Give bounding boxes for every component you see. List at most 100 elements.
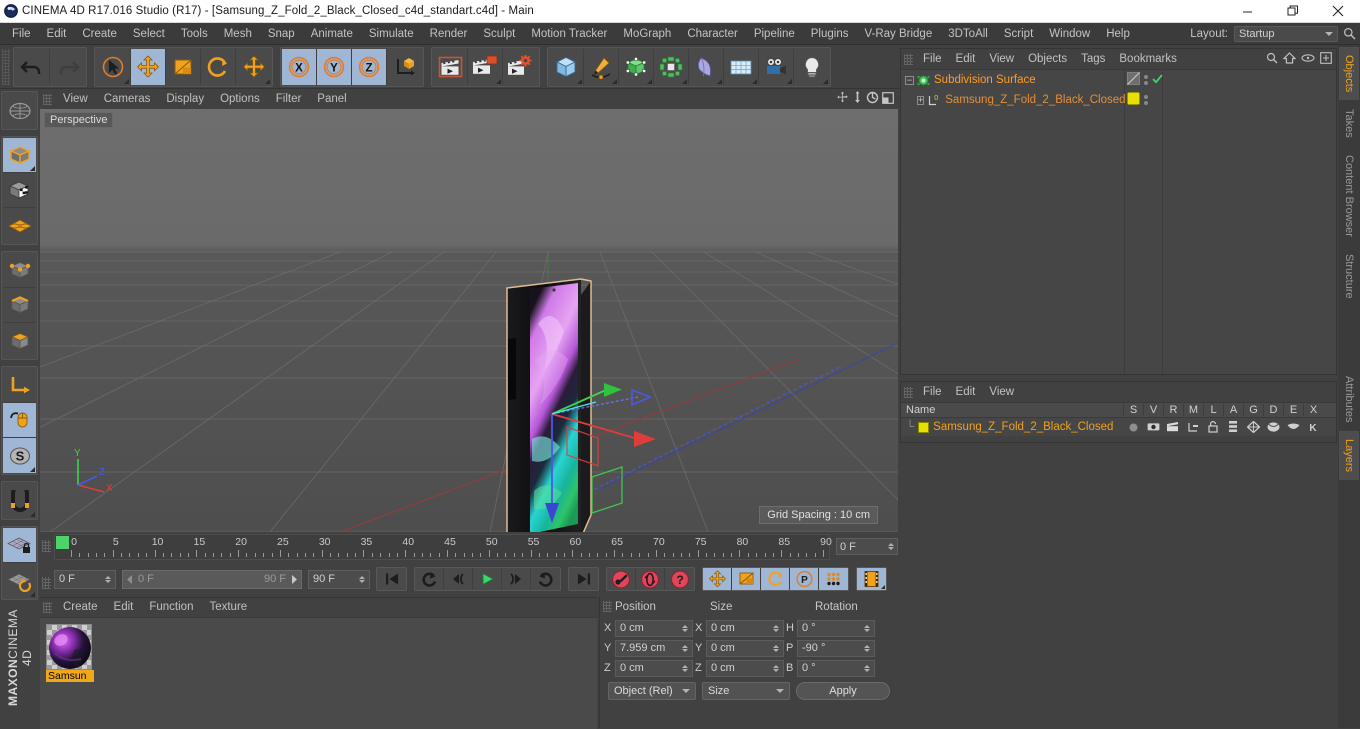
- layer-xref-toggle[interactable]: K: [1303, 422, 1323, 433]
- start-frame-field[interactable]: 0 F: [54, 569, 116, 589]
- layer-menu-edit[interactable]: Edit: [949, 382, 983, 402]
- size-x-field[interactable]: 0 cm: [706, 619, 784, 637]
- object-menu-edit[interactable]: Edit: [949, 49, 983, 69]
- menu-render[interactable]: Render: [422, 23, 476, 45]
- position-x-field[interactable]: 0 cm: [615, 619, 693, 637]
- visibility-dots-icon[interactable]: [1144, 95, 1148, 105]
- object-menu-bookmarks[interactable]: Bookmarks: [1112, 49, 1184, 69]
- layer-expression-toggle[interactable]: [1283, 423, 1303, 432]
- pan-view-icon[interactable]: [836, 91, 849, 107]
- enable-axis-button[interactable]: [3, 403, 36, 438]
- move-tool-alt[interactable]: [236, 48, 271, 85]
- undo-button[interactable]: [15, 48, 50, 85]
- soft-selection-button[interactable]: S: [3, 438, 36, 473]
- viewport-menu-options[interactable]: Options: [212, 89, 268, 109]
- close-button[interactable]: [1315, 0, 1360, 23]
- menu-mesh[interactable]: Mesh: [216, 23, 260, 45]
- lock-workplane-button[interactable]: [3, 528, 36, 563]
- object-tree[interactable]: − Subdivision Surface + 0 Samsung_Z_Fold…: [901, 70, 1126, 374]
- timeline-playhead[interactable]: [56, 536, 69, 549]
- rotation-key-toggle[interactable]: [761, 568, 790, 590]
- go-to-start-button[interactable]: [377, 568, 406, 590]
- timeline-current-frame-spinner[interactable]: [888, 543, 894, 550]
- menu-vray-bridge[interactable]: V-Ray Bridge: [856, 23, 940, 45]
- menu-select[interactable]: Select: [125, 23, 173, 45]
- menu-character[interactable]: Character: [679, 23, 746, 45]
- light-button[interactable]: [794, 48, 829, 85]
- dolly-view-icon[interactable]: [852, 91, 863, 107]
- camera-button[interactable]: [759, 48, 794, 85]
- coordinate-system-toggle[interactable]: [387, 48, 422, 85]
- material-menu-function[interactable]: Function: [141, 598, 201, 617]
- layer-row-name-cell[interactable]: └ Samsung_Z_Fold_2_Black_Closed: [901, 421, 1123, 433]
- transport-grip[interactable]: [42, 576, 51, 589]
- object-manager-body[interactable]: − Subdivision Surface + 0 Samsung_Z_Fold…: [901, 69, 1336, 374]
- size-z-field[interactable]: 0 cm: [706, 659, 784, 677]
- start-frame-spinner[interactable]: [105, 575, 111, 583]
- layer-manager-toggle[interactable]: [1183, 422, 1203, 433]
- visibility-dots-icon[interactable]: [1144, 75, 1148, 85]
- material-menu-create[interactable]: Create: [55, 598, 106, 617]
- axis-x-toggle[interactable]: X: [282, 48, 317, 85]
- scale-tool[interactable]: [166, 48, 201, 85]
- home-icon[interactable]: [1282, 51, 1297, 67]
- viewport-menu-cameras[interactable]: Cameras: [96, 89, 159, 109]
- end-frame-field[interactable]: 90 F: [308, 569, 370, 589]
- timeline-current-frame-field[interactable]: 0 F: [836, 538, 898, 555]
- material-list[interactable]: Samsun: [40, 617, 597, 729]
- menu-help[interactable]: Help: [1098, 23, 1138, 45]
- play-button[interactable]: [473, 568, 502, 590]
- eye-icon[interactable]: [1301, 53, 1315, 66]
- position-y-spinner[interactable]: [682, 644, 688, 652]
- scale-key-toggle[interactable]: [732, 568, 761, 590]
- timeline-grip[interactable]: [42, 540, 51, 552]
- deformer-button[interactable]: [689, 48, 724, 85]
- go-to-next-key-button[interactable]: [531, 568, 560, 590]
- menu-file[interactable]: File: [4, 23, 39, 45]
- viewport-menu-display[interactable]: Display: [158, 89, 212, 109]
- go-to-end-button[interactable]: [569, 568, 598, 590]
- rotation-p-spinner[interactable]: [864, 644, 870, 652]
- point-mode-button[interactable]: [3, 253, 36, 288]
- menu-plugins[interactable]: Plugins: [803, 23, 857, 45]
- move-tool[interactable]: [131, 48, 166, 85]
- new-window-icon[interactable]: [1320, 51, 1332, 67]
- autokeying-button[interactable]: [636, 568, 665, 590]
- coordinates-grip[interactable]: [603, 601, 612, 612]
- display-tag-icon[interactable]: [1127, 72, 1140, 88]
- add-spline-button[interactable]: [584, 48, 619, 85]
- layer-generator-toggle[interactable]: [1243, 421, 1263, 433]
- parameter-key-toggle[interactable]: [819, 568, 848, 590]
- expander-icon[interactable]: −: [905, 75, 914, 85]
- toolbar-grip[interactable]: [2, 48, 10, 85]
- size-y-field[interactable]: 0 cm: [706, 639, 784, 657]
- world-axis-tool[interactable]: [3, 93, 36, 128]
- tab-objects[interactable]: Objects: [1339, 47, 1359, 101]
- object-row-samsung-z-fold[interactable]: + 0 Samsung_Z_Fold_2_Black_Closed: [901, 90, 1126, 110]
- redo-button[interactable]: [50, 48, 85, 85]
- expander-icon[interactable]: +: [917, 95, 925, 105]
- menu-animate[interactable]: Animate: [303, 23, 361, 45]
- step-forward-button[interactable]: [502, 568, 531, 590]
- menu-snap[interactable]: Snap: [260, 23, 303, 45]
- render-view-button[interactable]: [433, 48, 468, 85]
- menu-simulate[interactable]: Simulate: [361, 23, 422, 45]
- menu-edit[interactable]: Edit: [39, 23, 75, 45]
- object-menu-objects[interactable]: Objects: [1021, 49, 1074, 69]
- minimize-button[interactable]: [1225, 0, 1270, 23]
- layer-render-toggle[interactable]: [1163, 422, 1183, 432]
- tab-structure[interactable]: Structure: [1339, 245, 1359, 307]
- material-menu-texture[interactable]: Texture: [201, 598, 255, 617]
- timeline-film-button[interactable]: [857, 568, 886, 590]
- size-z-spinner[interactable]: [773, 664, 779, 672]
- live-selection-tool[interactable]: [96, 48, 131, 85]
- enabled-check-icon[interactable]: [1152, 73, 1163, 87]
- layer-menu-file[interactable]: File: [916, 382, 949, 402]
- layer-visible-toggle[interactable]: [1143, 422, 1163, 432]
- object-menu-tags[interactable]: Tags: [1074, 49, 1112, 69]
- material-menu-grip[interactable]: [43, 602, 52, 613]
- object-menu-view[interactable]: View: [982, 49, 1021, 69]
- object-tag-column[interactable]: [1125, 70, 1163, 374]
- layer-deformer-toggle[interactable]: [1263, 421, 1283, 433]
- object-menu-file[interactable]: File: [916, 49, 949, 69]
